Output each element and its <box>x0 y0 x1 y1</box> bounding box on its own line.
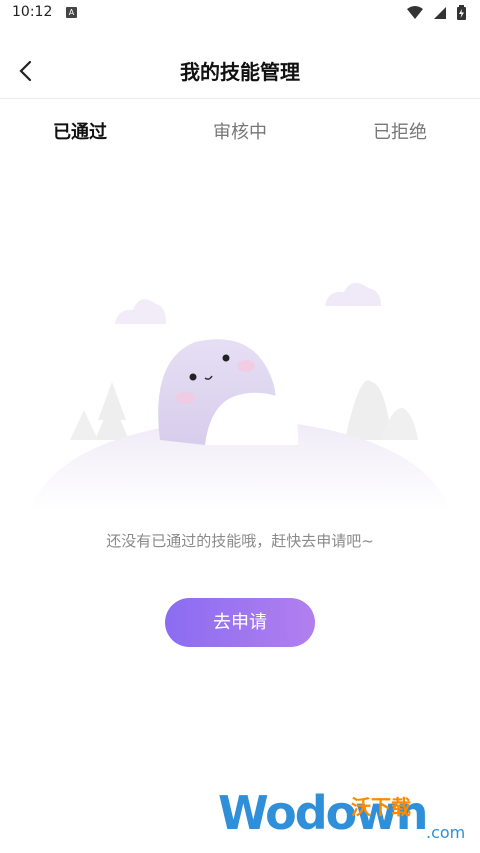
wifi-icon <box>407 5 423 19</box>
watermark-suffix: .com <box>426 823 466 842</box>
ghost-illustration <box>30 282 450 510</box>
status-time: 10:12 <box>12 4 53 20</box>
tab-rejected[interactable]: 已拒绝 <box>345 118 455 144</box>
page-title: 我的技能管理 <box>180 60 300 84</box>
apply-button[interactable]: 去申请 <box>165 598 315 647</box>
battery-icon <box>457 5 466 20</box>
empty-state-message: 还没有已通过的技能哦，赶快去申请吧~ <box>106 532 374 550</box>
notification-app-icon: A <box>66 7 77 18</box>
watermark-badge: 沃下载 <box>351 795 411 819</box>
empty-state-illustration <box>0 270 480 510</box>
status-icons <box>407 5 466 20</box>
nav-bar: 我的技能管理 <box>0 42 480 99</box>
tab-under-review[interactable]: 审核中 <box>185 118 295 144</box>
site-watermark: Wodown 沃下载 .com <box>218 786 478 848</box>
tab-bar: 已通过 审核中 已拒绝 <box>0 100 480 160</box>
tab-approved[interactable]: 已通过 <box>25 118 135 144</box>
signal-icon <box>434 6 446 19</box>
status-bar: 10:12 A <box>0 0 480 26</box>
